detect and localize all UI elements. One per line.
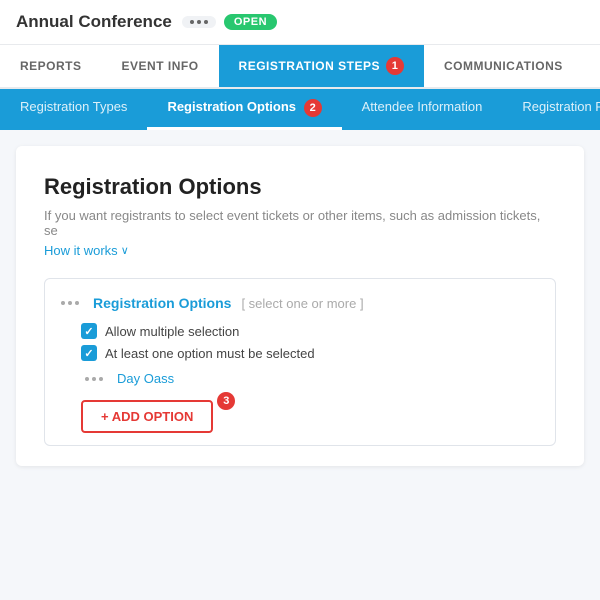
sub-nav-attendee-info[interactable]: Attendee Information <box>342 89 503 130</box>
nav-item-event-info[interactable]: EVENT INFO <box>102 45 219 87</box>
dot-icon <box>204 20 208 24</box>
dot-icon <box>190 20 194 24</box>
nav-item-communications[interactable]: COMMUNICATIONS <box>424 45 583 87</box>
dot-icon <box>99 377 103 381</box>
main-nav: REPORTS EVENT INFO REGISTRATION STEPS 1 … <box>0 45 600 89</box>
add-option-button[interactable]: + ADD OPTION 3 <box>81 400 213 433</box>
dot-icon <box>61 301 65 305</box>
checkbox-label-at-least-one: At least one option must be selected <box>105 346 315 361</box>
chevron-down-icon: ∨ <box>121 244 129 257</box>
options-card: Registration Options [ select one or mor… <box>44 278 556 446</box>
checkbox-icon[interactable] <box>81 323 97 339</box>
nav-item-registration-steps[interactable]: REGISTRATION STEPS 1 <box>219 45 424 87</box>
day-item-row: Day Oass <box>81 371 539 386</box>
step-badge-3: 3 <box>217 392 235 410</box>
day-item-title: Day Oass <box>117 371 174 386</box>
select-hint: [ select one or more ] <box>241 296 363 311</box>
sub-nav-registration-options[interactable]: Registration Options 2 <box>147 89 341 130</box>
checkbox-icon[interactable] <box>81 345 97 361</box>
dot-icon <box>92 377 96 381</box>
checkbox-label-allow-multiple: Allow multiple selection <box>105 324 239 339</box>
checkbox-allow-multiple[interactable]: Allow multiple selection <box>81 323 539 339</box>
app-title: Annual Conference <box>16 12 172 32</box>
more-options-button[interactable] <box>182 16 216 28</box>
dot-icon <box>75 301 79 305</box>
page-description: If you want registrants to select event … <box>44 208 556 238</box>
sub-nav-registration-pay[interactable]: Registration Pay <box>502 89 600 130</box>
dot-icon <box>85 377 89 381</box>
day-item-more-button[interactable] <box>81 373 107 385</box>
main-content: Registration Options If you want registr… <box>16 146 584 466</box>
card-more-button[interactable] <box>57 297 83 309</box>
nav-item-reports[interactable]: REPORTS <box>0 45 102 87</box>
status-badge: OPEN <box>224 14 277 30</box>
step-badge-1: 1 <box>386 57 404 75</box>
page-title: Registration Options <box>44 174 556 200</box>
options-header: Registration Options [ select one or mor… <box>57 295 539 311</box>
sub-nav-registration-types[interactable]: Registration Types <box>0 89 147 130</box>
sub-step-badge-2: 2 <box>304 99 322 117</box>
top-bar: Annual Conference OPEN <box>0 0 600 45</box>
dot-icon <box>197 20 201 24</box>
checkbox-at-least-one[interactable]: At least one option must be selected <box>81 345 539 361</box>
sub-nav: Registration Types Registration Options … <box>0 89 600 130</box>
dot-icon <box>68 301 72 305</box>
how-it-works-link[interactable]: How it works ∨ <box>44 243 129 258</box>
options-card-title: Registration Options <box>93 295 231 311</box>
